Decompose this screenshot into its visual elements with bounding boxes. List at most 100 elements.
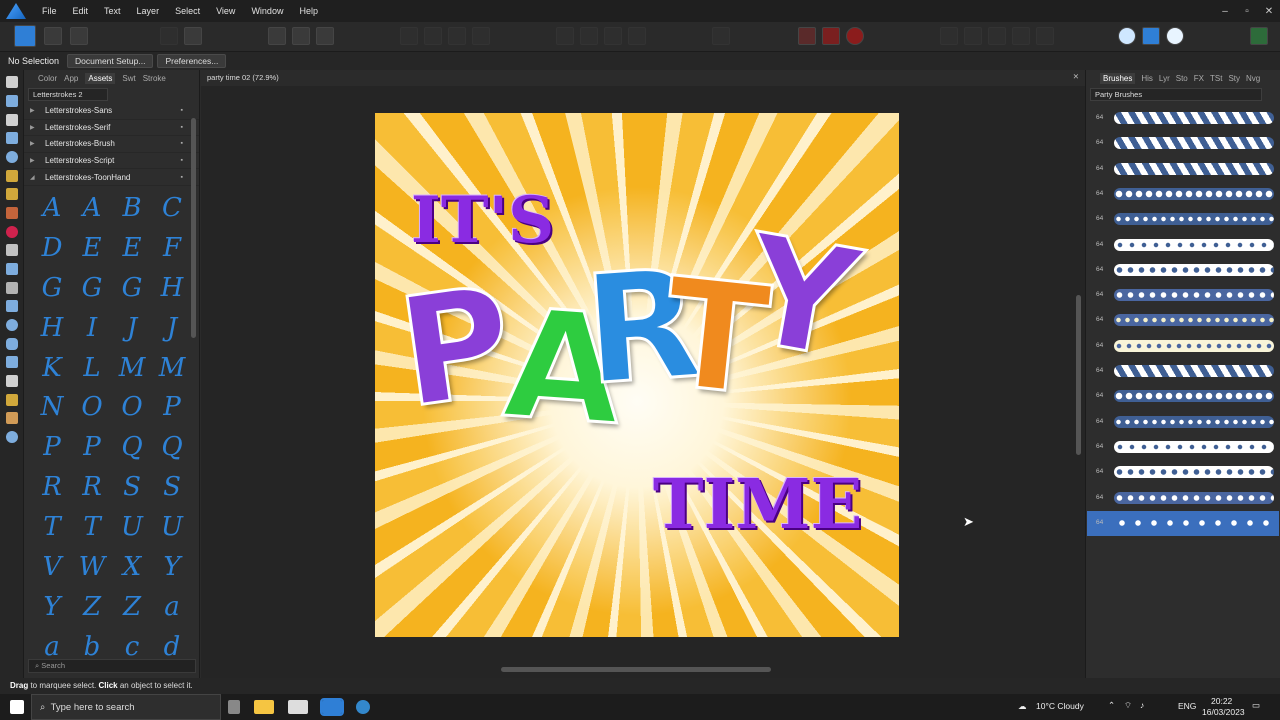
- corner-tool-icon[interactable]: [6, 132, 18, 144]
- glyph-item[interactable]: W: [72, 547, 112, 587]
- select-same-icon[interactable]: [316, 27, 334, 45]
- brush-item[interactable]: 64: [1087, 131, 1279, 156]
- category-brush[interactable]: ▶ Letterstrokes-Brush ▪: [24, 136, 199, 153]
- snapping-grid-icon[interactable]: [798, 27, 816, 45]
- tray-chevron-icon[interactable]: ⌃: [1108, 700, 1115, 711]
- assistant-icon[interactable]: [184, 27, 202, 45]
- glyph-item[interactable]: H: [152, 268, 192, 308]
- file-explorer-icon[interactable]: [254, 700, 274, 714]
- rectangle-tool-icon[interactable]: [6, 300, 18, 312]
- glyph-item[interactable]: A: [72, 188, 112, 228]
- snapping-toggle-icon[interactable]: [822, 27, 840, 45]
- glyph-item[interactable]: G: [32, 268, 72, 308]
- glyph-item[interactable]: E: [112, 228, 152, 268]
- network-icon[interactable]: ⌔: [1124, 700, 1132, 711]
- glyph-item[interactable]: a: [152, 587, 192, 627]
- glyph-item[interactable]: P: [152, 387, 192, 427]
- glyph-item[interactable]: V: [32, 547, 72, 587]
- rotate-right-icon[interactable]: [628, 27, 646, 45]
- glyph-item[interactable]: C: [152, 188, 192, 228]
- menu-layer[interactable]: Layer: [129, 6, 168, 16]
- designer-persona-icon[interactable]: [14, 25, 36, 47]
- brush-tool-icon[interactable]: [6, 207, 18, 219]
- brush-category-dropdown[interactable]: Party Brushes: [1090, 88, 1262, 101]
- arrange-front-icon[interactable]: [472, 27, 490, 45]
- brush-item[interactable]: 64: [1087, 435, 1279, 460]
- glyph-item[interactable]: O: [112, 387, 152, 427]
- glyph-item[interactable]: H: [32, 308, 72, 348]
- document-tab[interactable]: party time 02 (72.9%) ✕: [201, 70, 1085, 86]
- category-serif[interactable]: ▶ Letterstrokes-Serif ▪: [24, 120, 199, 137]
- close-document-icon[interactable]: ✕: [1073, 72, 1079, 81]
- menu-icon[interactable]: ▪: [181, 157, 183, 164]
- menu-window[interactable]: Window: [243, 6, 291, 16]
- menu-icon[interactable]: ▪: [181, 174, 183, 181]
- boolean-subtract-icon[interactable]: [964, 27, 982, 45]
- brush-item[interactable]: 64: [1087, 410, 1279, 435]
- arrange-forward-icon[interactable]: [448, 27, 466, 45]
- time-text[interactable]: TIME: [653, 465, 863, 545]
- glyph-item[interactable]: T: [72, 507, 112, 547]
- glyph-item[interactable]: P: [72, 427, 112, 467]
- glyph-item[interactable]: M: [152, 348, 192, 388]
- glyph-item[interactable]: G: [112, 268, 152, 308]
- glyph-item[interactable]: Z: [72, 587, 112, 627]
- hand-tool-icon[interactable]: [6, 412, 18, 424]
- mode-toggle-icon[interactable]: [160, 27, 178, 45]
- vertical-scrollbar[interactable]: [1076, 295, 1081, 455]
- crop-tool-icon[interactable]: [6, 282, 18, 294]
- tab-navigator[interactable]: Nvg: [1246, 74, 1260, 83]
- boolean-xor-icon[interactable]: [1012, 27, 1030, 45]
- move-tool-icon[interactable]: [6, 76, 18, 88]
- glyph-item[interactable]: G: [72, 268, 112, 308]
- tab-appearance[interactable]: App: [64, 74, 78, 83]
- menu-help[interactable]: Help: [291, 6, 326, 16]
- rotate-left-icon[interactable]: [604, 27, 622, 45]
- weather-text[interactable]: 10°C Cloudy: [1036, 701, 1084, 711]
- glyph-item[interactable]: M: [112, 348, 152, 388]
- brush-item[interactable]: 64: [1087, 106, 1279, 131]
- point-transform-icon[interactable]: [6, 151, 18, 163]
- glyph-item[interactable]: Z: [112, 587, 152, 627]
- glyph-item[interactable]: Q: [112, 427, 152, 467]
- language-indicator[interactable]: ENG: [1178, 701, 1196, 711]
- zoom-tool-icon[interactable]: [6, 431, 18, 443]
- snapping-magnet-icon[interactable]: [846, 27, 864, 45]
- category-toonhand[interactable]: ◢ Letterstrokes-ToonHand ▪: [24, 169, 199, 186]
- text-tool-icon[interactable]: [6, 375, 18, 387]
- notifications-icon[interactable]: ▭: [1252, 700, 1260, 711]
- brush-item[interactable]: 64: [1087, 283, 1279, 308]
- tab-brushes[interactable]: Brushes: [1100, 72, 1136, 84]
- category-script[interactable]: ▶ Letterstrokes-Script ▪: [24, 153, 199, 170]
- preferences-button[interactable]: Preferences...: [157, 54, 227, 68]
- letter-y[interactable]: Y: [731, 201, 871, 394]
- insert-inside-icon[interactable]: [1118, 27, 1136, 45]
- brush-item[interactable]: 64: [1087, 510, 1279, 537]
- brush-item[interactable]: 64: [1087, 334, 1279, 359]
- arrange-backward-icon[interactable]: [424, 27, 442, 45]
- brush-item[interactable]: 64: [1087, 384, 1279, 409]
- assets-dropdown[interactable]: Letterstrokes 2: [28, 88, 108, 101]
- glyph-item[interactable]: Y: [32, 587, 72, 627]
- boolean-divide-icon[interactable]: [1036, 27, 1054, 45]
- close-window-button[interactable]: ✕: [1258, 6, 1280, 17]
- menu-edit[interactable]: Edit: [65, 6, 97, 16]
- flip-horizontal-icon[interactable]: [556, 27, 574, 45]
- horizontal-scrollbar[interactable]: [501, 667, 771, 672]
- glyph-item[interactable]: D: [32, 228, 72, 268]
- menu-text[interactable]: Text: [96, 6, 129, 16]
- glyph-item[interactable]: S: [112, 467, 152, 507]
- tab-assets[interactable]: Assets: [85, 72, 116, 84]
- tab-history[interactable]: His: [1141, 74, 1153, 83]
- affinity-photo-taskbar-icon[interactable]: [356, 700, 370, 714]
- insert-top-icon[interactable]: [1166, 27, 1184, 45]
- transparency-tool-icon[interactable]: [6, 244, 18, 256]
- glyph-item[interactable]: I: [72, 308, 112, 348]
- its-text[interactable]: IT'S: [411, 183, 554, 258]
- boolean-intersect-icon[interactable]: [988, 27, 1006, 45]
- tab-color[interactable]: Color: [38, 74, 57, 83]
- ellipse-tool-icon[interactable]: [6, 319, 18, 331]
- boolean-add-icon[interactable]: [940, 27, 958, 45]
- glyph-item[interactable]: O: [72, 387, 112, 427]
- taskbar-search-input[interactable]: ⌕ Type here to search: [31, 694, 221, 720]
